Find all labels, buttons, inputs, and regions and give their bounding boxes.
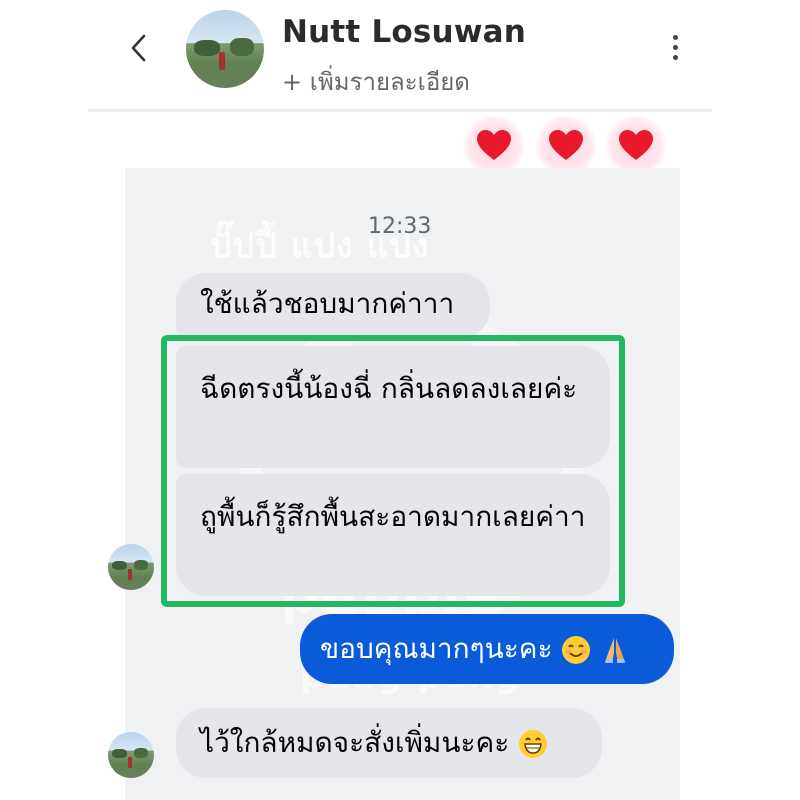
highlight-box bbox=[161, 335, 625, 607]
sent-message[interactable]: ขอบคุณมากๆนะคะ bbox=[300, 614, 674, 684]
received-message[interactable]: ไว้ใกล้หมดจะสั่งเพิ่มนะคะ bbox=[176, 708, 602, 778]
more-options-button[interactable] bbox=[660, 26, 690, 68]
add-details-link[interactable]: + เพิ่มรายละเอียด bbox=[282, 62, 470, 101]
back-button[interactable] bbox=[118, 26, 158, 70]
contact-name[interactable]: Nutt Losuwan bbox=[282, 14, 526, 50]
sender-avatar[interactable] bbox=[108, 732, 154, 778]
message-timestamp: 12:33 bbox=[368, 214, 432, 239]
sender-avatar[interactable] bbox=[108, 544, 154, 590]
folded-hands-icon bbox=[605, 638, 626, 663]
chevron-left-icon bbox=[131, 34, 146, 62]
vertical-dots-icon bbox=[672, 34, 678, 40]
chat-header: Nutt Losuwan + เพิ่มรายละเอียด bbox=[0, 0, 800, 112]
grinning-face-icon bbox=[519, 730, 548, 758]
received-message[interactable]: ใช้แล้วชอบมากค่าาา bbox=[176, 273, 490, 339]
contact-avatar[interactable] bbox=[186, 10, 264, 88]
received-message-text: ไว้ใกล้หมดจะสั่งเพิ่มนะคะ bbox=[200, 726, 510, 759]
sent-message-text: ขอบคุณมากๆนะคะ bbox=[320, 632, 553, 665]
header-divider bbox=[88, 109, 712, 112]
smiling-face-icon bbox=[562, 636, 591, 664]
